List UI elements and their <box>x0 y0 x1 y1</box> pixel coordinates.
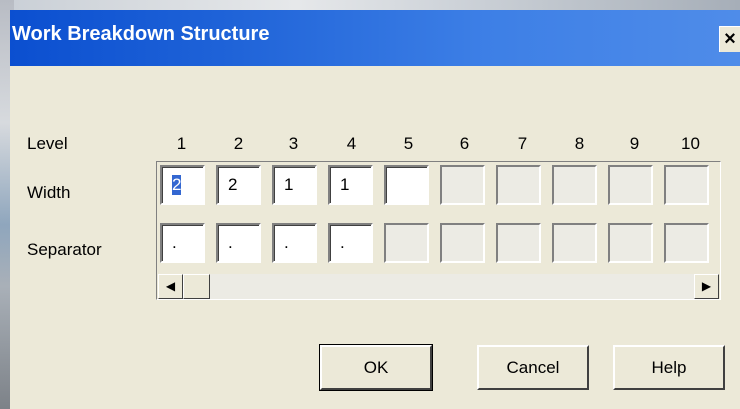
width-label: Width <box>27 183 71 202</box>
width-field-9[interactable] <box>608 165 653 205</box>
cancel-button[interactable]: Cancel <box>477 345 589 390</box>
level-number: 7 <box>517 134 528 153</box>
separator-field-10[interactable] <box>664 223 709 263</box>
background <box>0 0 740 10</box>
scroll-left-button[interactable]: ◀ <box>158 274 183 299</box>
separator-field-6[interactable] <box>440 223 485 263</box>
separator-field-8[interactable] <box>552 223 597 263</box>
separator-field-7[interactable] <box>496 223 541 263</box>
wbs-dialog: Work Breakdown Structure × Level Width S… <box>10 10 740 409</box>
level-number: 1 <box>176 134 187 153</box>
ok-button[interactable]: OK <box>319 344 433 391</box>
help-button[interactable]: Help <box>613 345 725 390</box>
level-number: 10 <box>681 134 700 153</box>
width-field-7[interactable] <box>496 165 541 205</box>
title-bar[interactable]: Work Breakdown Structure × <box>10 10 740 66</box>
level-number: 8 <box>574 134 585 153</box>
level-number: 2 <box>233 134 244 153</box>
width-field-1[interactable] <box>160 165 205 205</box>
separator-field-4[interactable] <box>328 223 373 263</box>
level-number: 9 <box>629 134 640 153</box>
width-field-5[interactable] <box>384 165 429 205</box>
level-number: 6 <box>459 134 470 153</box>
scrollbar-thumb[interactable] <box>183 274 210 299</box>
width-field-4[interactable] <box>328 165 373 205</box>
separator-field-1[interactable] <box>160 223 205 263</box>
separator-field-2[interactable] <box>216 223 261 263</box>
close-icon: × <box>724 28 736 50</box>
arrow-left-icon: ◀ <box>165 279 176 293</box>
separator-field-5[interactable] <box>384 223 429 263</box>
width-field-8[interactable] <box>552 165 597 205</box>
level-number: 5 <box>403 134 414 153</box>
close-button[interactable]: × <box>719 26 740 52</box>
width-field-3[interactable] <box>272 165 317 205</box>
level-number: 4 <box>346 134 357 153</box>
separator-label: Separator <box>27 240 102 259</box>
level-number: 3 <box>288 134 299 153</box>
separator-field-9[interactable] <box>608 223 653 263</box>
horizontal-scrollbar[interactable]: ◀ ▶ <box>158 274 719 299</box>
arrow-right-icon: ▶ <box>701 279 712 293</box>
separator-field-3[interactable] <box>272 223 317 263</box>
dialog-title: Work Breakdown Structure <box>12 23 270 45</box>
width-field-2[interactable] <box>216 165 261 205</box>
level-label: Level <box>27 134 68 153</box>
width-field-6[interactable] <box>440 165 485 205</box>
scroll-right-button[interactable]: ▶ <box>694 274 719 299</box>
width-field-10[interactable] <box>664 165 709 205</box>
